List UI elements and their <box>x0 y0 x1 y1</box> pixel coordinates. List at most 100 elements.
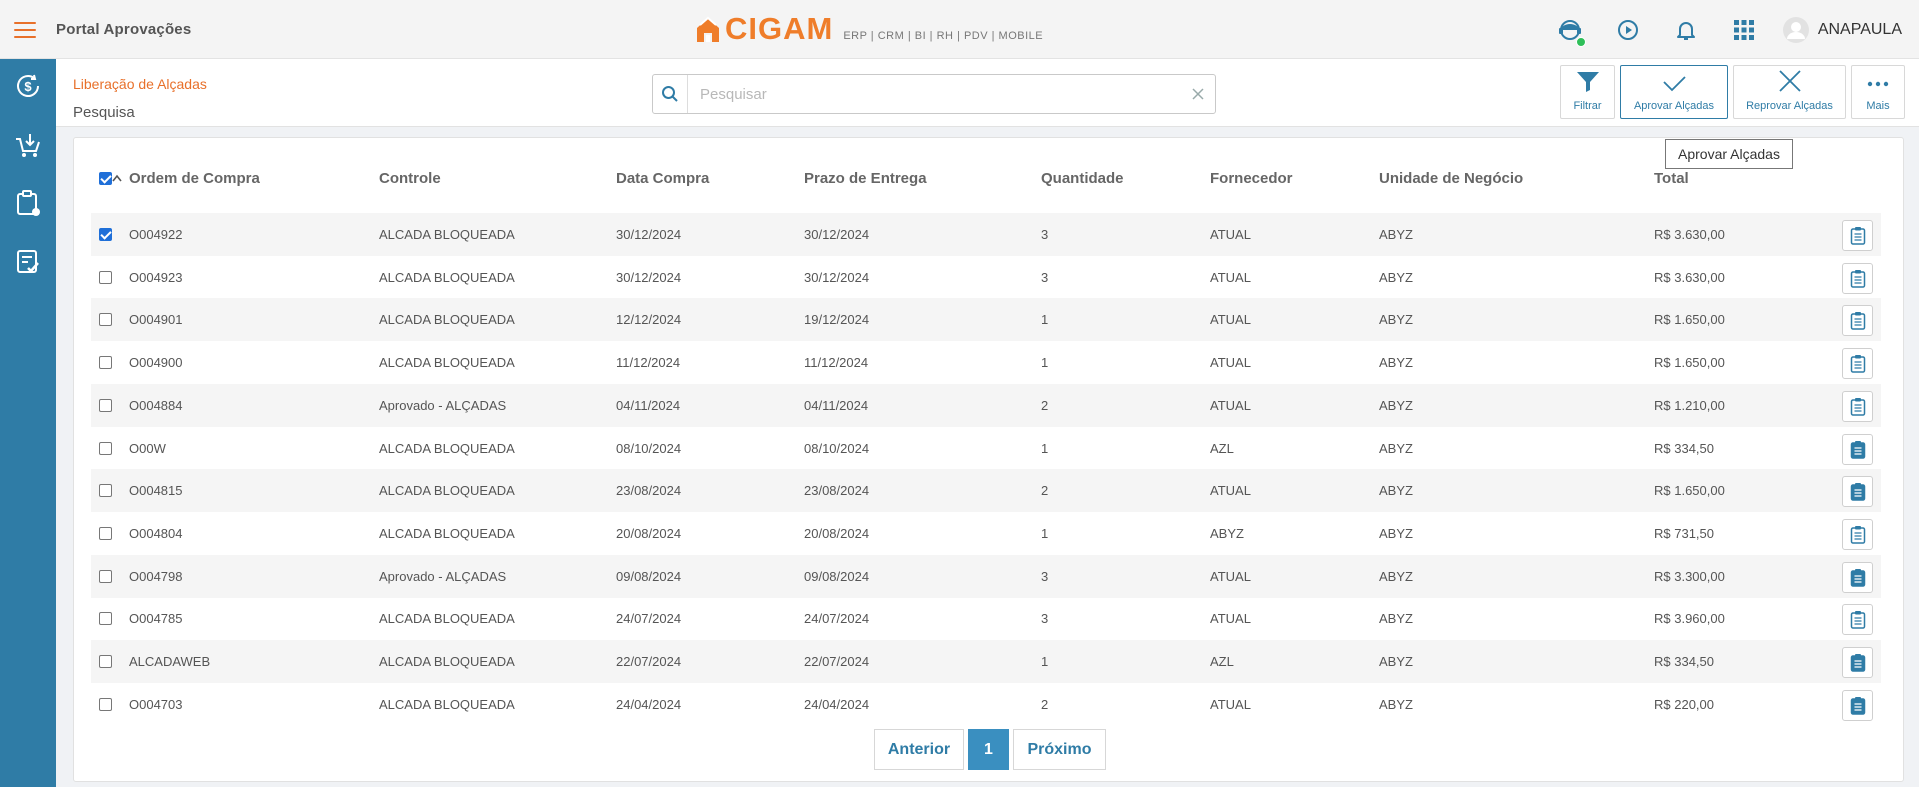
view-details-button[interactable] <box>1842 561 1873 593</box>
view-details-button[interactable] <box>1842 689 1873 721</box>
clear-search-button[interactable] <box>1181 75 1215 113</box>
table-row[interactable]: ALCADAWEB ALCADA BLOQUEADA 22/07/2024 22/07… <box>91 640 1881 683</box>
col-controle[interactable]: Controle <box>379 170 441 187</box>
table-row[interactable]: O004703 ALCADA BLOQUEADA 24/04/2024 24/04/2… <box>91 683 1881 726</box>
table-row[interactable]: O004901 ALCADA BLOQUEADA 12/12/2024 19/12/2… <box>91 298 1881 342</box>
col-fornecedor[interactable]: Fornecedor <box>1210 170 1293 187</box>
top-icons: ANAPAULA <box>1558 0 1919 59</box>
search-input[interactable] <box>688 85 1181 103</box>
view-details-button[interactable] <box>1842 647 1873 678</box>
sidebar-item-purchases[interactable] <box>14 131 42 159</box>
approve-button[interactable]: Aprovar Alçadas <box>1620 65 1728 119</box>
table-row[interactable]: O004922 ALCADA BLOQUEADA 30/12/2024 30/12/2… <box>91 213 1881 256</box>
sort-caret-icon[interactable] <box>111 174 123 182</box>
fornecedor-cell: ATUAL <box>1210 269 1251 285</box>
data-cell: 04/11/2024 <box>616 397 681 413</box>
col-quantidade[interactable]: Quantidade <box>1041 170 1124 187</box>
reject-button[interactable]: Reprovar Alçadas <box>1733 65 1846 119</box>
clipboard-icon <box>1850 312 1865 331</box>
page-1-button[interactable]: 1 <box>968 729 1009 770</box>
row-checkbox[interactable] <box>99 612 112 626</box>
more-dots-icon <box>1867 81 1889 87</box>
user-menu[interactable]: ANAPAULA <box>1782 16 1902 44</box>
logo-mark-icon <box>697 16 719 42</box>
fornecedor-cell: ATUAL <box>1210 611 1251 627</box>
clipboard-icon <box>1850 568 1865 587</box>
fornecedor-cell: ATUAL <box>1210 483 1251 499</box>
play-icon[interactable] <box>1616 18 1640 42</box>
row-checkbox[interactable] <box>99 228 112 241</box>
total-cell: R$ 3.960,00 <box>1654 611 1725 627</box>
row-checkbox[interactable] <box>99 313 112 327</box>
sidebar-item-finance[interactable]: $ <box>14 72 42 100</box>
breadcrumb[interactable]: Liberação de Alçadas <box>73 76 207 92</box>
clipboard-icon <box>1850 483 1865 501</box>
fornecedor-cell: ATUAL <box>1210 397 1251 413</box>
filter-label: Filtrar <box>1573 100 1602 112</box>
quantidade-cell: 3 <box>1041 611 1049 627</box>
unidade-cell: ABYZ <box>1379 227 1413 242</box>
view-details-button[interactable] <box>1842 220 1873 251</box>
view-details-button[interactable] <box>1842 604 1873 636</box>
table-row[interactable]: O00W ALCADA BLOQUEADA 08/10/2024 08/10/2024… <box>91 427 1881 470</box>
view-details-button[interactable] <box>1842 348 1873 380</box>
col-total[interactable]: Total <box>1654 170 1689 187</box>
prazo-cell: 20/08/2024 <box>804 525 870 541</box>
row-checkbox[interactable] <box>99 655 112 668</box>
quantidade-cell: 1 <box>1041 525 1049 541</box>
table-row[interactable]: O004900 ALCADA BLOQUEADA 11/12/2024 11/12/2… <box>91 341 1881 384</box>
clipboard-icon <box>1850 269 1865 288</box>
col-data[interactable]: Data Compra <box>616 170 709 187</box>
next-page-button[interactable]: Próximo <box>1013 729 1106 770</box>
apps-grid-icon[interactable] <box>1732 18 1756 42</box>
row-checkbox[interactable] <box>99 398 112 412</box>
total-cell: R$ 731,50 <box>1654 525 1714 541</box>
view-details-button[interactable] <box>1842 390 1873 422</box>
prazo-cell: 09/08/2024 <box>804 568 870 584</box>
view-details-button[interactable] <box>1842 262 1873 294</box>
menu-icon[interactable] <box>14 22 36 38</box>
bell-icon[interactable] <box>1674 18 1698 42</box>
sidebar-item-approvals[interactable] <box>14 247 42 275</box>
table-row[interactable]: O004798 Aprovado - ALÇADAS 09/08/2024 09/08… <box>91 554 1881 598</box>
total-cell: R$ 3.630,00 <box>1654 269 1725 285</box>
filter-button[interactable]: Filtrar <box>1560 65 1615 119</box>
row-checkbox[interactable] <box>99 356 112 370</box>
col-ordem[interactable]: Ordem de Compra <box>129 170 260 187</box>
prev-page-button[interactable]: Anterior <box>874 729 964 770</box>
clipboard-icon <box>1850 611 1865 630</box>
row-checkbox[interactable] <box>99 569 112 583</box>
row-checkbox[interactable] <box>99 441 112 455</box>
search-button[interactable] <box>653 75 688 113</box>
row-checkbox[interactable] <box>99 484 112 498</box>
results-table: Ordem de Compra Controle Data Compra Pra… <box>73 137 1904 782</box>
sidebar-item-orders[interactable] <box>14 189 42 217</box>
row-checkbox[interactable] <box>99 697 112 711</box>
row-checkbox[interactable] <box>99 526 112 540</box>
app-title: Portal Aprovações <box>56 21 192 38</box>
row-checkbox[interactable] <box>99 270 112 284</box>
view-details-button[interactable] <box>1842 476 1873 508</box>
prazo-cell: 04/11/2024 <box>804 397 869 413</box>
table-row[interactable]: O004815 ALCADA BLOQUEADA 23/08/2024 23/08/2… <box>91 469 1881 513</box>
money-icon: $ <box>17 74 39 97</box>
table-row[interactable]: O004785 ALCADA BLOQUEADA 24/07/2024 24/07/2… <box>91 597 1881 640</box>
col-prazo[interactable]: Prazo de Entrega <box>804 170 927 187</box>
table-row[interactable]: O004923 ALCADA BLOQUEADA 30/12/2024 30/12/2… <box>91 256 1881 299</box>
data-cell: 09/08/2024 <box>616 568 682 584</box>
more-label: Mais <box>1866 100 1890 112</box>
ordem-cell: ALCADAWEB <box>129 654 211 669</box>
table-row[interactable]: O004804 ALCADA BLOQUEADA 20/08/2024 20/08/2… <box>91 512 1881 555</box>
fornecedor-cell: ABYZ <box>1210 525 1244 541</box>
table-row[interactable]: O004884 Aprovado - ALÇADAS 04/11/2024 04/11… <box>91 383 1881 427</box>
support-agent-icon[interactable] <box>1558 18 1586 47</box>
quantidade-cell: 3 <box>1041 227 1049 242</box>
view-details-button[interactable] <box>1842 305 1873 337</box>
view-details-button[interactable] <box>1842 433 1873 465</box>
fornecedor-cell: ATUAL <box>1210 568 1251 584</box>
more-button[interactable]: Mais <box>1851 65 1905 119</box>
fornecedor-cell: ATUAL <box>1210 227 1251 242</box>
unidade-cell: ABYZ <box>1379 440 1413 456</box>
col-unidade[interactable]: Unidade de Negócio <box>1379 170 1523 187</box>
view-details-button[interactable] <box>1842 518 1873 550</box>
